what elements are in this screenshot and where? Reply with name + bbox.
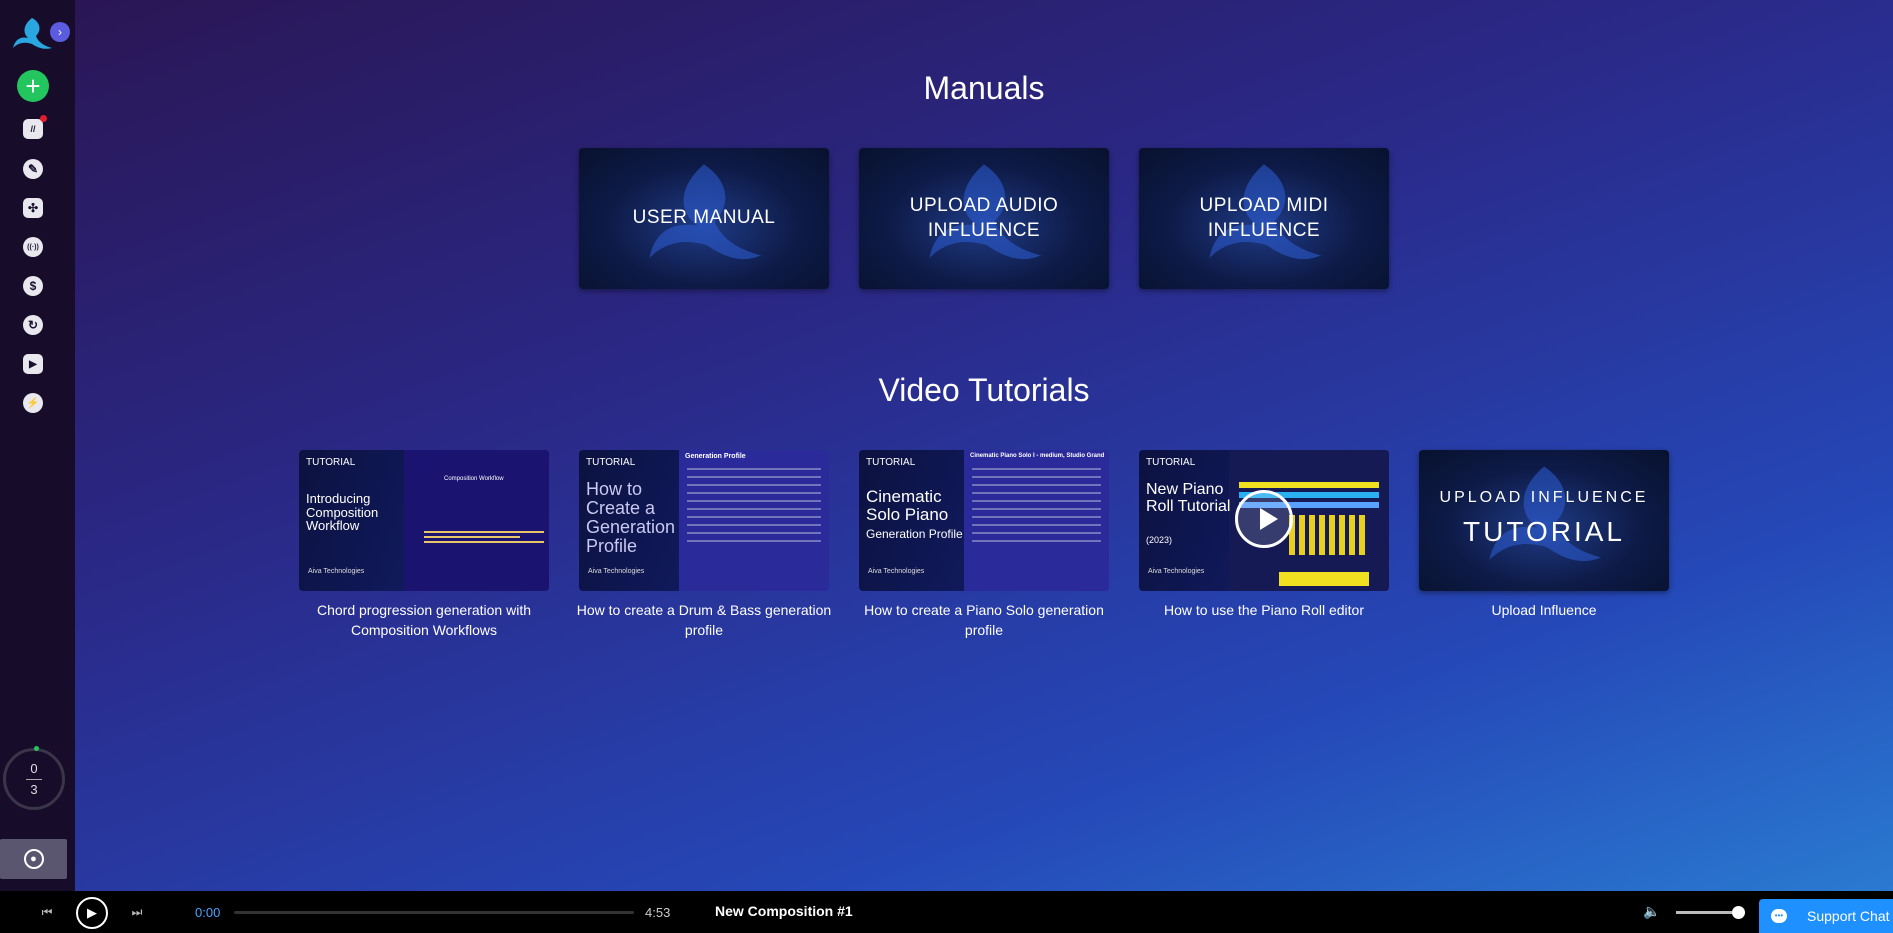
thumb-brand: Aiva Technologies: [308, 568, 365, 575]
thumb-subtitle: Generation Profile: [866, 527, 963, 541]
thumb-panel-title: Composition Workflow: [444, 476, 504, 482]
video-thumbnail-piano-solo[interactable]: Cinematic Piano Solo I - medium, Studio …: [859, 450, 1109, 591]
aiva-logo-icon[interactable]: [10, 14, 54, 56]
video-caption[interactable]: How to use the Piano Roll editor: [1134, 600, 1394, 620]
sidebar-item-edit[interactable]: ✎: [23, 159, 43, 179]
pencil-icon: ✎: [27, 162, 39, 176]
thumb-tag: TUTORIAL: [306, 457, 356, 468]
video-thumbnail-composition-workflow[interactable]: Composition Workflow TUTORIAL Introducin…: [299, 450, 549, 591]
thumb-subtitle: TUTORIAL: [1463, 516, 1625, 547]
support-chat-button[interactable]: ••• Support Chat: [1759, 899, 1893, 933]
sidebar-item-styles[interactable]: ✣: [23, 198, 43, 218]
thumb-panel: Cinematic Piano Solo I - medium, Studio …: [964, 450, 1109, 591]
chat-icon: •••: [1771, 909, 1787, 923]
create-composition-button[interactable]: +: [17, 70, 49, 102]
sidebar-item-tutorials[interactable]: ▶: [23, 354, 43, 374]
track-title: New Composition #1: [715, 903, 853, 919]
progress-slider[interactable]: [234, 911, 634, 914]
video-caption[interactable]: How to create a Drum & Bass generation p…: [574, 600, 834, 641]
library-icon: //: [30, 124, 36, 134]
dollar-icon: $: [29, 279, 37, 293]
video-caption[interactable]: Chord progression generation with Compos…: [294, 600, 554, 641]
audio-player-bar: ⏮ ▶ ⏭ 0:00 4:53 New Composition #1 🔈 •••…: [0, 891, 1893, 933]
thumb-panel-title: Generation Profile: [685, 453, 746, 460]
main-content: Manuals USER MANUAL UPLOAD AUDIO INFLUEN…: [75, 0, 1893, 891]
thumb-subtitle: (2023): [1146, 535, 1173, 545]
video-thumbnail-generation-profile[interactable]: Generation Profile TUTORIAL How to Creat…: [579, 450, 829, 591]
thumb-title: How to Create a Generation Profile: [586, 479, 676, 556]
radio-icon: ((·)): [27, 243, 39, 251]
sidebar-item-pricing[interactable]: $: [23, 276, 43, 296]
volume-icon[interactable]: 🔈: [1643, 903, 1660, 920]
thumb-title: New Piano Roll Tutorial: [1146, 481, 1231, 515]
play-button[interactable]: ▶: [76, 897, 108, 929]
user-manual-card[interactable]: USER MANUAL: [579, 148, 829, 289]
play-icon: ▶: [29, 358, 37, 370]
support-chat-label: Support Chat: [1807, 908, 1890, 924]
sidebar-item-history[interactable]: ↻: [23, 315, 43, 335]
thumb-title: Introducing Composition Workflow: [306, 491, 379, 534]
thumb-brand: Aiva Technologies: [868, 568, 925, 575]
sidebar-item-updates[interactable]: ⚡: [23, 393, 43, 413]
thumb-brand: Aiva Technologies: [588, 568, 645, 575]
card-label: UPLOAD MIDI INFLUENCE: [1199, 194, 1329, 241]
volume-knob[interactable]: [1732, 906, 1745, 919]
previous-track-icon[interactable]: ⏮: [38, 903, 56, 921]
upload-audio-influence-card[interactable]: UPLOAD AUDIO INFLUENCE: [859, 148, 1109, 289]
thumb-tag: TUTORIAL: [866, 457, 916, 468]
card-label: UPLOAD AUDIO INFLUENCE: [909, 194, 1059, 241]
expand-sidebar-button[interactable]: ›: [50, 22, 70, 42]
history-icon: ↻: [27, 318, 39, 332]
download-counter: 0 3: [3, 746, 65, 810]
styles-icon: ✣: [27, 201, 39, 215]
video-thumbnail-piano-roll[interactable]: TUTORIAL New Piano Roll Tutorial (2023) …: [1139, 450, 1389, 591]
profile-button[interactable]: ●: [0, 839, 67, 879]
manuals-title: Manuals: [923, 70, 1045, 106]
next-track-icon[interactable]: ⏭: [128, 903, 146, 921]
video-thumbnail-upload-influence[interactable]: UPLOAD INFLUENCE TUTORIAL: [1419, 450, 1669, 591]
sidebar-item-radio[interactable]: ((·)): [23, 237, 43, 257]
thumb-tag: TUTORIAL: [586, 457, 636, 468]
thumb-brand: Aiva Technologies: [1148, 568, 1205, 575]
thumb-title: Cinematic Solo Piano: [866, 487, 949, 524]
status-dot: [34, 746, 39, 751]
counter-used: 0: [30, 761, 38, 776]
thumb-tag: TUTORIAL: [1146, 457, 1196, 468]
notification-dot: [40, 115, 47, 122]
thumb-panel: Generation Profile: [679, 450, 829, 591]
counter-total: 3: [30, 782, 38, 797]
bolt-icon: ⚡: [26, 397, 40, 409]
current-time: 0:00: [195, 905, 221, 920]
thumb-panel: Composition Workflow: [404, 450, 549, 591]
sidebar: › + // ✎ ✣ ((·)) $ ↻ ▶ ⚡ 0 3 ●: [0, 0, 75, 891]
counter-divider: [26, 779, 42, 780]
user-icon: ●: [23, 849, 44, 869]
video-tutorials-title: Video Tutorials: [878, 372, 1090, 408]
upload-midi-influence-card[interactable]: UPLOAD MIDI INFLUENCE: [1139, 148, 1389, 289]
card-label: USER MANUAL: [632, 207, 776, 229]
track-duration: 4:53: [645, 905, 671, 920]
video-caption[interactable]: Upload Influence: [1414, 600, 1674, 620]
play-video-icon[interactable]: [1235, 490, 1293, 548]
video-caption[interactable]: How to create a Piano Solo generation pr…: [854, 600, 1114, 641]
sidebar-item-library[interactable]: //: [23, 115, 47, 139]
thumb-panel-title: Cinematic Piano Solo I - medium, Studio …: [970, 453, 1105, 459]
thumb-title: UPLOAD INFLUENCE: [1439, 489, 1649, 506]
